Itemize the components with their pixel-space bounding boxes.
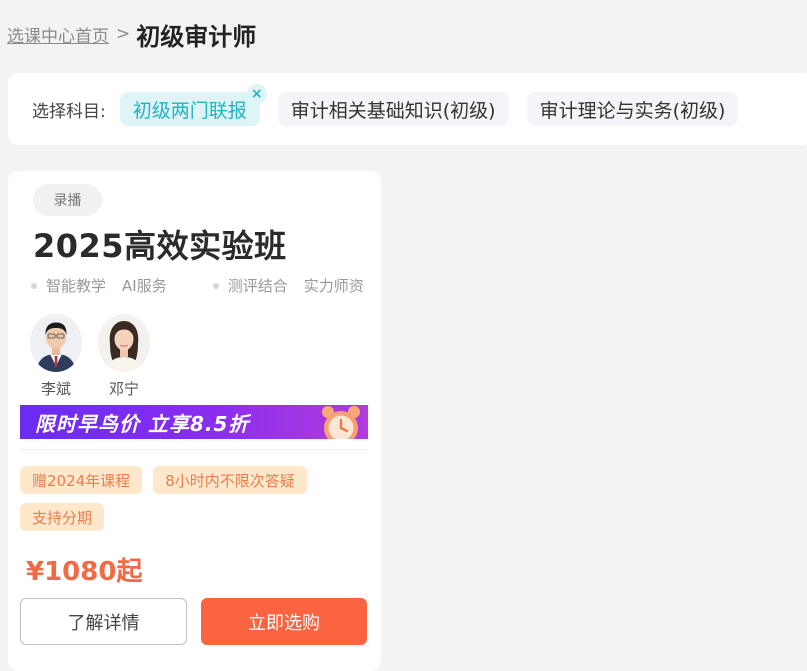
female-teacher-avatar <box>98 314 150 372</box>
feature-group: 智能教学 AI服务 <box>31 275 183 296</box>
male-teacher-avatar-icon <box>30 314 82 372</box>
subject-filter-panel: 选择科目: 初级两门联报 × 审计相关基础知识(初级) 审计理论与实务(初级) <box>8 73 807 145</box>
feature-item: 智能教学 <box>46 277 107 295</box>
female-teacher-avatar-icon <box>98 314 150 372</box>
subject-chip-basics[interactable]: 审计相关基础知识(初级) <box>277 92 509 126</box>
feature-item: AI服务 <box>122 277 167 295</box>
breadcrumb: 选课中心首页 > 初级审计师 <box>7 14 256 54</box>
subject-chip-label: 初级两门联报 <box>132 99 247 122</box>
teacher-item[interactable]: 邓宁 <box>98 314 150 399</box>
promo-banner[interactable]: 限时早鸟价 立享8.5折 <box>20 405 368 439</box>
feature-item: 测评结合 <box>227 277 288 295</box>
page-title: 初级审计师 <box>136 22 257 51</box>
subject-chip-label: 审计相关基础知识(初级) <box>290 99 496 122</box>
bullet-dot-icon <box>212 282 219 289</box>
teacher-item[interactable]: 李斌 <box>30 314 82 399</box>
breadcrumb-separator: > <box>116 24 131 44</box>
course-features: 智能教学 AI服务 测评结合 实力师资 <box>31 275 376 296</box>
subject-chip-label: 审计理论与实务(初级) <box>539 99 726 122</box>
course-price: ¥1080起 <box>26 557 143 587</box>
buy-now-button[interactable]: 立即选购 <box>201 598 367 645</box>
divider <box>20 449 368 450</box>
breadcrumb-home-link[interactable]: 选课中心首页 <box>7 22 109 47</box>
subject-chip-combo[interactable]: 初级两门联报 × <box>119 84 267 126</box>
alarm-clock-icon <box>322 406 360 439</box>
bullet-dot-icon <box>31 282 37 289</box>
benefit-tags: 赠2024年课程 8小时内不限次答疑 支持分期 <box>20 466 370 540</box>
male-teacher-avatar <box>30 314 82 372</box>
course-type-badge: 录播 <box>33 184 102 216</box>
feature-item: 实力师资 <box>303 277 364 295</box>
course-title[interactable]: 2025高效实验班 <box>33 221 287 267</box>
feature-group: 测评结合 实力师资 <box>212 275 380 296</box>
close-icon[interactable]: × <box>246 84 267 104</box>
benefit-tag: 支持分期 <box>20 503 105 531</box>
subject-chip-practice[interactable]: 审计理论与实务(初级) <box>526 92 739 126</box>
promo-text: 限时早鸟价 立享8.5折 <box>35 411 250 436</box>
subject-filter-label: 选择科目: <box>32 101 106 122</box>
benefit-tag: 赠2024年课程 <box>20 466 143 494</box>
course-card[interactable]: 录播 2025高效实验班 智能教学 AI服务 测评结合 实力师资 李斌 邓宁 限… <box>8 171 381 671</box>
learn-details-button[interactable]: 了解详情 <box>20 598 187 645</box>
teacher-name: 邓宁 <box>108 380 139 398</box>
teacher-list: 李斌 邓宁 <box>30 314 166 399</box>
teacher-name: 李斌 <box>40 380 71 398</box>
benefit-tag: 8小时内不限次答疑 <box>153 466 307 494</box>
